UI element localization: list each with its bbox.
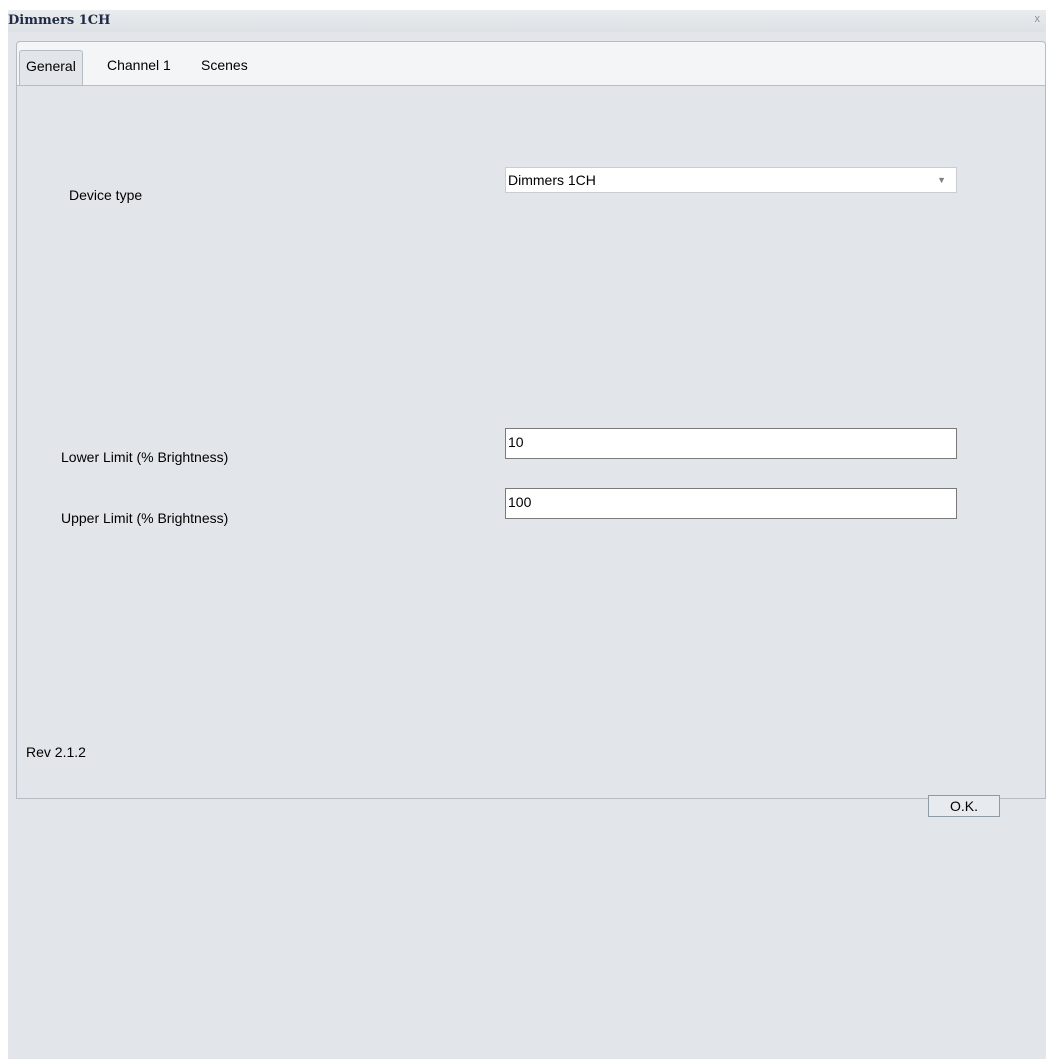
device-type-dropdown[interactable]: Dimmers 1CH ▼ (505, 167, 957, 193)
ok-button[interactable]: O.K. (928, 795, 1000, 817)
upper-limit-input[interactable]: 100 (505, 488, 957, 519)
general-panel: Device type Dimmers 1CH ▼ Lower Limit (%… (16, 85, 1046, 799)
device-type-label: Device type (69, 187, 143, 203)
upper-limit-label: Upper Limit (% Brightness) (61, 510, 229, 526)
revision-label: Rev 2.1.2 (26, 744, 86, 760)
chevron-down-icon[interactable]: ▼ (937, 168, 946, 192)
title-bar: Dimmers 1CH x (8, 10, 1046, 32)
tab-general[interactable]: General (19, 50, 83, 87)
tab-scenes[interactable]: Scenes (195, 50, 254, 86)
lower-limit-label: Lower Limit (% Brightness) (61, 449, 229, 465)
device-type-value: Dimmers 1CH (508, 172, 596, 188)
window-title: Dimmers 1CH (8, 13, 111, 28)
tab-strip: General Channel 1 Scenes (16, 41, 1046, 87)
close-icon[interactable]: x (1035, 13, 1041, 25)
lower-limit-input[interactable]: 10 (505, 428, 957, 459)
dialog-window: Dimmers 1CH x General Channel 1 Scenes D… (8, 10, 1046, 1059)
tab-channel-1[interactable]: Channel 1 (101, 50, 177, 86)
